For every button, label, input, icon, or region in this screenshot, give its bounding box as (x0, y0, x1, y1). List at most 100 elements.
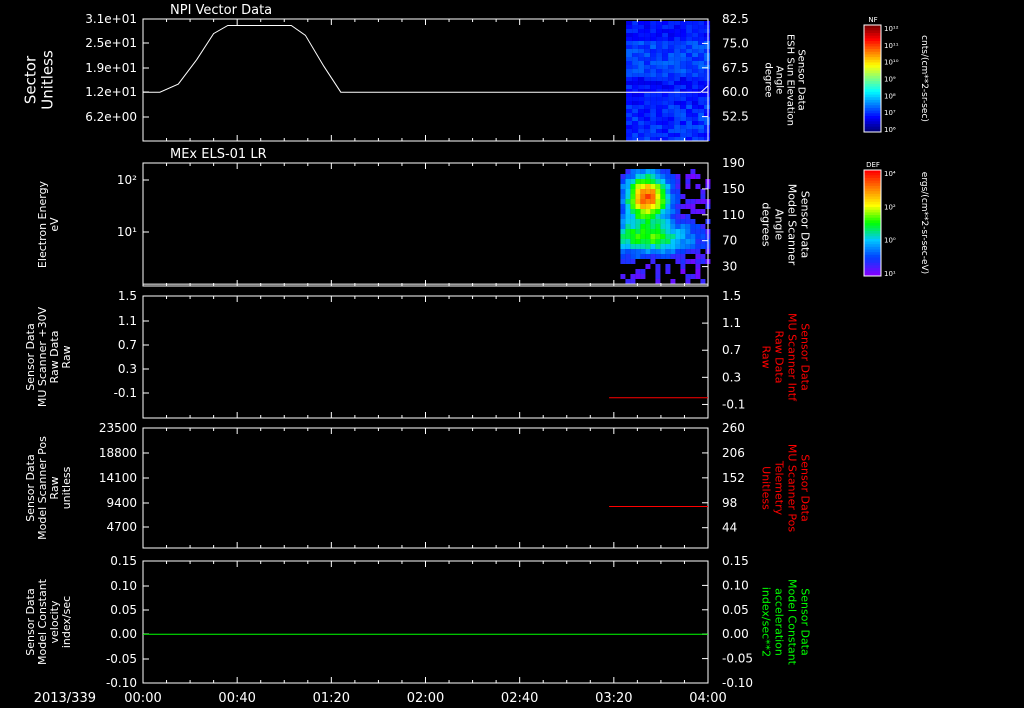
spectrogram-cell (625, 169, 631, 174)
spectrogram-cell (645, 254, 651, 259)
y-tick-label-right: 0.3 (722, 370, 741, 384)
colorbar-tick-label: 10¹² (884, 25, 899, 33)
y-axis-label-right: Raw (760, 345, 773, 368)
y-tick-label-right: 206 (722, 446, 745, 460)
spectrogram-cell (662, 33, 669, 37)
spectrogram-cell (635, 189, 641, 194)
spectrogram-cell (644, 97, 651, 101)
spectrogram-cell (644, 105, 651, 109)
date-label: 2013/339 (34, 691, 96, 706)
spectrogram-cell (625, 179, 631, 184)
spectrogram-cell (626, 41, 633, 45)
spectrogram-cell (662, 45, 669, 49)
spectrogram-cell (638, 121, 645, 125)
spectrogram-cell (690, 224, 696, 229)
spectrogram-cell (632, 77, 639, 81)
spectrogram-cell (668, 33, 675, 37)
spectrogram-cell (686, 77, 693, 81)
spectrogram-cell (656, 85, 663, 89)
spectrogram-cell (660, 199, 666, 204)
spectrogram-cell (662, 85, 669, 89)
spectrogram-cell (638, 37, 645, 41)
spectrogram-cell (692, 57, 699, 61)
spectrogram-cell (662, 113, 669, 117)
spectrogram-cell (640, 239, 646, 244)
spectrogram-cell (674, 33, 681, 37)
spectrogram-cell (638, 53, 645, 57)
spectrogram-cell (644, 49, 651, 53)
spectrogram-cell (660, 219, 666, 224)
spectrogram-cell (656, 29, 663, 33)
spectrogram-cell (674, 61, 681, 65)
y-tick-label-right: 1.1 (722, 316, 741, 330)
spectrogram-cell (674, 41, 681, 45)
y-tick-label-right: 44 (722, 521, 737, 535)
spectrogram-cell (656, 105, 663, 109)
spectrogram-cell (704, 57, 711, 61)
spectrogram-cell (698, 109, 705, 113)
spectrogram-cell (645, 189, 651, 194)
spectrogram-cell (655, 234, 661, 239)
spectrogram-cell (662, 133, 669, 137)
spectrogram-cell (662, 29, 669, 33)
spectrogram-cell (680, 129, 687, 133)
spectrogram-cell (626, 81, 633, 85)
spectrogram-cell (632, 81, 639, 85)
spectrogram-cell (670, 239, 676, 244)
spectrogram-cell (626, 137, 633, 141)
spectrogram-cell (644, 69, 651, 73)
spectrogram-cell (674, 53, 681, 57)
spectrogram-cell (695, 274, 701, 279)
spectrogram-cell (698, 117, 705, 121)
panel-1: NPI Vector Data 3.1e+01 2.5e+01 1.9e+01 1.2e… (22, 3, 807, 142)
spectrogram-cell (674, 129, 681, 133)
spectrogram-cell (650, 85, 657, 89)
y-tick-label-right: 0.10 (722, 578, 749, 592)
spectrogram-cell (686, 81, 693, 85)
spectrogram-cell (645, 214, 651, 219)
spectrogram-cell (675, 234, 681, 239)
spectrogram-cell (665, 219, 671, 224)
spectrogram-cell (680, 97, 687, 101)
spectrogram-cell (656, 57, 663, 61)
spectrogram-cell (630, 179, 636, 184)
spectrogram-cell (650, 69, 657, 73)
spectrogram-cell (700, 189, 706, 194)
spectrogram-cell (650, 45, 657, 49)
spectrogram-cell (625, 229, 631, 234)
spectrogram-cell (692, 41, 699, 45)
spectrogram-cell (680, 93, 687, 97)
spectrogram-cell (686, 105, 693, 109)
spectrogram-cell (662, 97, 669, 101)
spectrogram-cell (674, 45, 681, 49)
spectrogram-cell (698, 137, 705, 141)
y-axis-label-left: unitless (60, 466, 73, 509)
spectrogram-cell (620, 179, 626, 184)
spectrogram-cell (626, 97, 633, 101)
spectrogram-cell (660, 244, 666, 249)
spectrogram-cell (650, 194, 656, 199)
y-axis-label-right: index/sec**2 (760, 587, 773, 657)
spectrogram-cell (668, 29, 675, 33)
spectrogram-cell (644, 41, 651, 45)
spectrogram-cell (662, 129, 669, 133)
spectrogram-cell (635, 249, 641, 254)
spectrogram-cell (635, 274, 641, 279)
spectrogram-cell (650, 229, 656, 234)
spectrogram-cell (686, 29, 693, 33)
spectrogram-cell (685, 174, 691, 179)
spectrogram-cell (635, 184, 641, 189)
y-tick-label-left: 10² (117, 173, 137, 187)
spectrogram-cell (674, 121, 681, 125)
spectrogram-cell (645, 239, 651, 244)
spectrogram-cell (638, 105, 645, 109)
spectrogram-cell (668, 37, 675, 41)
spectrogram-cell (668, 45, 675, 49)
spectrogram-cell (638, 25, 645, 29)
spectrogram-cell (704, 133, 711, 137)
spectrogram-cell (656, 93, 663, 97)
y-tick-label-left: 23500 (99, 421, 137, 435)
spectrogram-cell (632, 49, 639, 53)
spectrogram-cell (635, 224, 641, 229)
spectrogram-cell (625, 279, 631, 284)
